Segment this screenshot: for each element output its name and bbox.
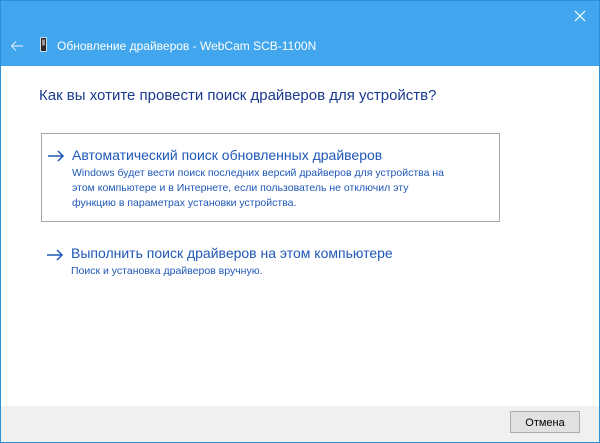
right-arrow-icon — [48, 150, 65, 162]
window-title: Обновление драйверов - WebCam SCB-1100N — [57, 39, 317, 53]
footer-bar: Отмена — [1, 406, 599, 442]
driver-update-dialog: Обновление драйверов - WebCam SCB-1100N … — [0, 0, 600, 443]
option-title: Автоматический поиск обновленных драйвер… — [72, 147, 383, 163]
option-description: Поиск и установка драйверов вручную. — [71, 264, 263, 279]
description-line: функцию в параметрах установки устройств… — [72, 197, 297, 209]
description-line: этом компьютере и в Интернете, если поль… — [72, 182, 409, 194]
device-icon — [40, 37, 47, 52]
back-arrow-icon — [10, 41, 23, 51]
option-title: Выполнить поиск драйверов на этом компью… — [71, 245, 393, 261]
close-button[interactable] — [565, 3, 595, 29]
back-button[interactable] — [7, 37, 27, 55]
option-browse-computer[interactable]: Выполнить поиск драйверов на этом компью… — [41, 237, 500, 285]
close-icon — [574, 10, 586, 22]
cancel-button[interactable]: Отмена — [510, 411, 580, 433]
option-description: Windows будет вести поиск последних верс… — [72, 166, 444, 211]
page-heading: Как вы хотите провести поиск драйверов д… — [39, 87, 437, 104]
right-arrow-icon — [47, 249, 64, 261]
description-line: Поиск и установка драйверов вручную. — [71, 265, 263, 277]
description-line: Windows будет вести поиск последних верс… — [72, 167, 444, 179]
option-auto-search[interactable]: Автоматический поиск обновленных драйвер… — [41, 133, 500, 222]
title-bar: Обновление драйверов - WebCam SCB-1100N — [1, 1, 599, 66]
